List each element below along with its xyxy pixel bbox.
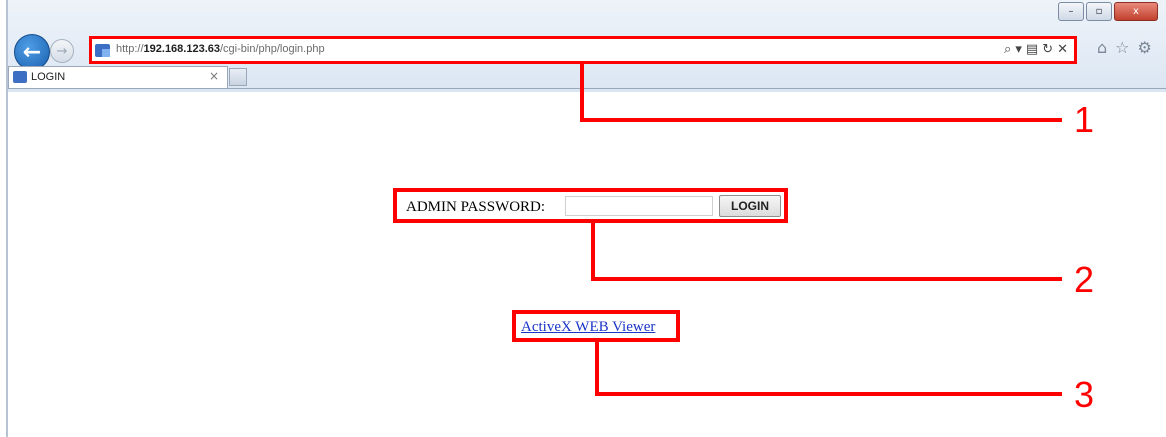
compatibility-view-icon[interactable]: ▤	[1026, 42, 1038, 57]
callout-1-line	[580, 118, 1062, 122]
close-icon[interactable]: x	[1114, 2, 1158, 21]
maximize-icon[interactable]: ▫	[1086, 2, 1112, 21]
tools-gear-icon[interactable]: ⚙	[1138, 38, 1152, 57]
admin-password-label: ADMIN PASSWORD:	[406, 199, 546, 215]
callout-3-line	[595, 392, 1062, 396]
login-button[interactable]: LOGIN	[719, 195, 781, 217]
forward-button[interactable]: →	[50, 39, 74, 63]
callout-2-number: 2	[1074, 259, 1095, 300]
tab-title: LOGIN	[31, 71, 66, 83]
callout-3-line	[595, 340, 599, 396]
callout-2-line	[591, 221, 595, 281]
back-button[interactable]: ←	[14, 34, 50, 70]
new-tab-button[interactable]	[229, 68, 247, 86]
login-form: ADMIN PASSWORD: LOGIN	[393, 188, 788, 223]
tab-close-icon[interactable]: ×	[209, 69, 219, 83]
browser-toolbar-icons: ⌂ ☆ ⚙	[1097, 38, 1152, 57]
callout-1-number: 1	[1074, 99, 1095, 140]
minimize-icon[interactable]: –	[1058, 2, 1084, 21]
search-icon[interactable]: ⌕ ▾	[1004, 42, 1022, 57]
tab-favicon-icon	[13, 71, 27, 83]
home-icon[interactable]: ⌂	[1097, 38, 1107, 57]
admin-password-input[interactable]	[565, 196, 713, 216]
favorites-icon[interactable]: ☆	[1115, 38, 1129, 57]
site-favicon-icon	[95, 44, 110, 57]
refresh-icon[interactable]: ↻	[1042, 42, 1053, 57]
callout-1-line	[580, 62, 584, 122]
activex-web-viewer-link[interactable]: ActiveX WEB Viewer	[521, 319, 655, 336]
tab-login[interactable]: LOGIN ×	[8, 66, 228, 88]
url-text[interactable]: http://192.168.123.63/cgi-bin/php/login.…	[116, 43, 325, 55]
chrome-divider	[8, 88, 1166, 89]
address-bar[interactable]: http://192.168.123.63/cgi-bin/php/login.…	[89, 36, 1077, 64]
stop-icon[interactable]: ✕	[1057, 42, 1068, 57]
callout-2-line	[591, 277, 1062, 281]
viewer-link-highlight: ActiveX WEB Viewer	[512, 310, 680, 342]
address-bar-icons: ⌕ ▾ ▤ ↻ ✕	[1004, 42, 1068, 57]
callout-3-number: 3	[1074, 374, 1095, 415]
window-controls: – ▫ x	[1058, 2, 1158, 21]
